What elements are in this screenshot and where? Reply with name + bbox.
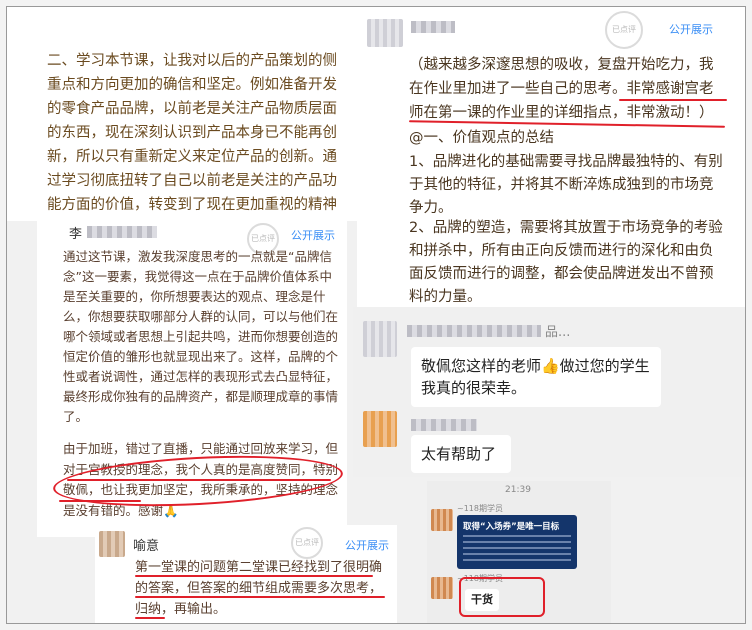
username-blurred — [411, 419, 477, 431]
point-one: 1、品牌进化的基础需要寻找品牌最独特的、有别于其他的特征，并将其不断淬炼成独到的… — [409, 154, 723, 216]
avatar — [431, 509, 453, 531]
username-blurred — [87, 226, 157, 238]
plain-text: 由于加班，错过了直播，只能通过回放来学习， — [63, 441, 326, 456]
banner-detail-lines — [463, 535, 571, 561]
chat-time: 21:39 — [505, 485, 531, 495]
screenshot-collage: 二、学习本节课，让我对以后的产品策划的侧重点和方向更加的确信和坚定。例如准备开发… — [6, 6, 746, 624]
avatar — [99, 531, 125, 557]
public-display-link[interactable]: 公开展示 — [345, 537, 389, 553]
chat-message: 敬佩您这样的老师👍做过您的学生我真的很荣幸。 — [411, 347, 661, 407]
red-underline — [135, 617, 165, 619]
username-blurred — [411, 21, 455, 33]
course-banner[interactable]: 取得“入场券”是唯一目标 — [457, 515, 577, 569]
avatar — [363, 321, 397, 357]
avatar — [367, 19, 403, 47]
red-underline — [135, 575, 373, 577]
avatar — [363, 411, 397, 447]
point-two: 2、品牌的塑造，需要将其放置于市场竞争的考验和拼杀中，所有由正向反馈而进行的深化… — [409, 220, 723, 305]
chat-panel: 品... 敬佩您这样的老师👍做过您的学生我真的很荣幸。 太有帮助了 — [353, 307, 745, 477]
sender-name: ~118期学员 — [457, 504, 503, 513]
username: 喻意 — [133, 539, 160, 554]
username-blurred — [407, 325, 541, 337]
red-box — [459, 577, 545, 617]
red-underline — [135, 596, 385, 598]
comment-paragraph: 通过这节课，激发我深度思考的一点就是“品牌信念”这一要素，我觉得这一点在于品牌价… — [63, 249, 339, 424]
comment-card-top-left: 二、学习本节课，让我对以后的产品策划的侧重点和方向更加的确信和坚定。例如准备开发… — [7, 7, 363, 221]
public-display-link[interactable]: 公开展示 — [291, 227, 335, 243]
section-heading: @一、价值观点的总结 — [409, 130, 554, 146]
red-underline — [619, 99, 727, 101]
comment-card-bottom-left: 喻意 已点评 公开展示 第一堂课的问题第二堂课已经找到了很明确的答案，但答案的细… — [95, 525, 397, 623]
comment-text: 第一堂课的问题第二堂课已经找到了很明确的答案，但答案的细节组成需要多次思考，归纳… — [135, 560, 383, 617]
comment-text: 二、学习本节课，让我对以后的产品策划的侧重点和方向更加的确信和坚定。例如准备开发… — [47, 53, 337, 213]
comment-body: （越来越多深邃思想的吸收，复盘开始吃力，我在作业里加进了一些自己的思考。非常感谢… — [409, 53, 727, 125]
phone-chat-screenshot: 21:39 ~118期学员 取得“入场券”是唯一目标 ~118期学员 干货 — [427, 481, 611, 623]
chat-message: 太有帮助了 — [411, 435, 511, 473]
comment-card-top-right: 已点评 公开展示 （越来越多深邃思想的吸收，复盘开始吃力，我在作业里加进了一些自… — [357, 7, 745, 307]
reviewed-stamp: 已点评 — [291, 527, 323, 559]
username: 李 — [69, 227, 83, 242]
reviewed-stamp: 已点评 — [605, 11, 643, 49]
banner-title: 取得“入场券”是唯一目标 — [463, 522, 560, 532]
avatar — [431, 577, 453, 599]
chat-username-suffix: 品... — [545, 325, 571, 340]
public-display-link[interactable]: 公开展示 — [669, 21, 713, 37]
